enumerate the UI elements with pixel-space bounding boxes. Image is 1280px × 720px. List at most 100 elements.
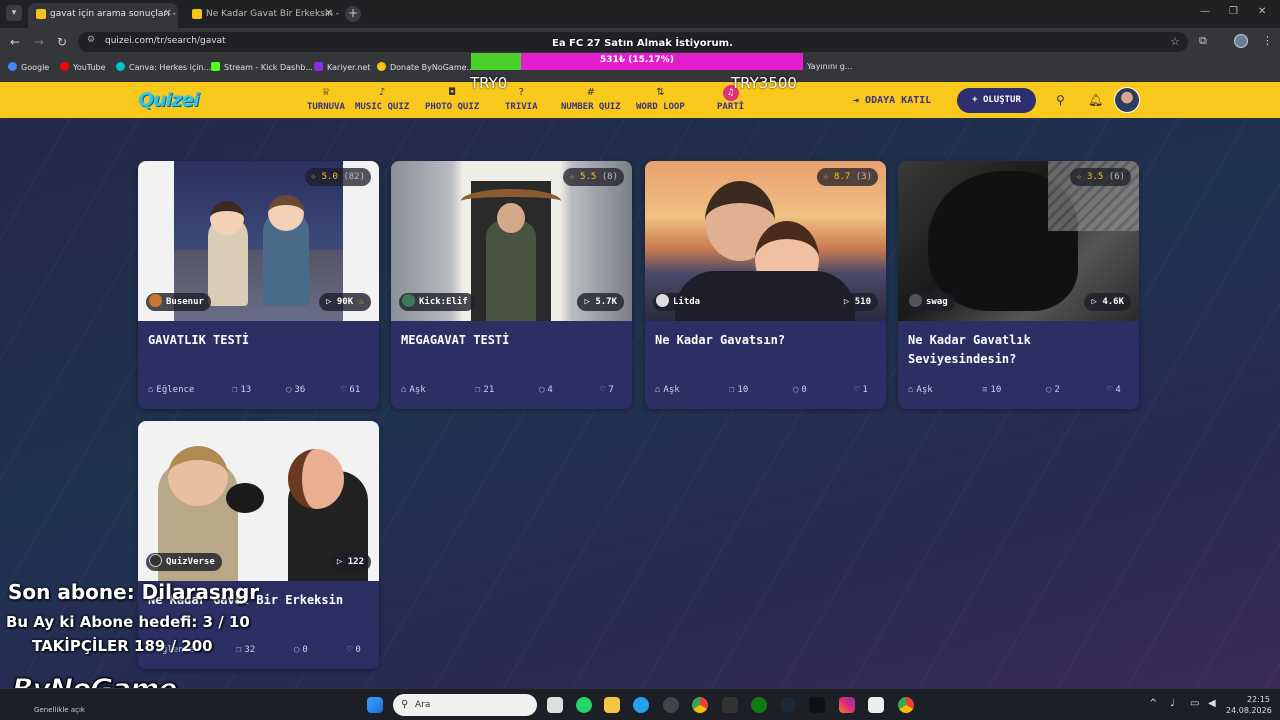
like-count[interactable]: ♡ 7 — [600, 385, 614, 395]
tab-search-icon[interactable]: ▾ — [6, 5, 22, 21]
quiz-title[interactable]: MEGAGAVAT TESTİ — [401, 331, 623, 350]
stack-icon: ❐ — [232, 385, 238, 395]
like-count[interactable]: ♡ 0 — [347, 645, 361, 655]
quiz-card[interactable]: ☆ 5.0 (82) Busenur ▷ 90K ♨ GAVATLIK TEST… — [138, 161, 379, 409]
plays-badge: ▷ 122 — [329, 553, 371, 571]
bookmark-kariyer[interactable]: Kariyer.net — [314, 62, 370, 72]
quiz-card[interactable]: QuizVerse ▷ 122 Ne Kadar Gavat Bir Erkek… — [138, 421, 379, 669]
nav-word-loop[interactable]: ⇅ WORD LOOP — [636, 87, 685, 112]
play-count: 90K — [336, 297, 354, 307]
question-count: ≡ 10 — [982, 385, 1001, 395]
user-avatar[interactable] — [1114, 87, 1140, 113]
back-icon[interactable]: ← — [10, 35, 20, 49]
category-icon: ⌂ — [908, 385, 914, 395]
site-info-icon[interactable]: ⚙ — [87, 35, 95, 45]
rating-count: (8) — [601, 172, 618, 182]
volume-icon[interactable]: ◀ — [1208, 698, 1216, 709]
heart-icon: ♡ — [341, 385, 347, 395]
bookmark-youtube[interactable]: YouTube — [60, 62, 106, 72]
close-tab-icon[interactable]: ✕ — [325, 3, 333, 25]
author-badge[interactable]: Kick:Elif — [399, 293, 475, 311]
search-icon[interactable]: ⚲ — [1056, 93, 1065, 107]
nav-turnuva[interactable]: ♕ TURNUVA — [307, 87, 345, 112]
join-room-button[interactable]: ⇥ ODAYA KATIL — [853, 95, 931, 106]
tab-title: gavat için arama sonuçları - Qu — [50, 9, 178, 19]
tiktok-icon[interactable] — [809, 697, 825, 713]
comment-count-value: 4 — [547, 385, 553, 395]
hash-icon: # — [586, 87, 595, 98]
author-badge[interactable]: QuizVerse — [146, 553, 222, 571]
browser-tab-quiz[interactable]: Ne Kadar Gavat Bir Erkeksin - T ✕ — [184, 3, 339, 28]
rating-value: 3.5 — [1087, 172, 1104, 182]
quiz-card[interactable]: ☆ 5.5 (8) Kick:Elif ▷ 5.7K MEGAGAVAT TES… — [391, 161, 632, 409]
illustration-man — [486, 221, 536, 321]
chrome-icon[interactable] — [692, 697, 708, 713]
bookmark-kick[interactable]: Stream - Kick Dashb... — [211, 62, 313, 72]
quizei-logo[interactable]: Quizei — [138, 89, 200, 111]
quiz-title[interactable]: Ne Kadar Gavatsın? — [655, 331, 877, 350]
create-button[interactable]: + OLUŞTUR — [957, 88, 1036, 113]
plays-badge: ▷ 510 — [836, 293, 878, 311]
category-icon: ⌂ — [148, 385, 154, 395]
illustration-woman-head — [288, 449, 344, 509]
start-icon[interactable] — [367, 697, 383, 713]
edge-icon[interactable] — [633, 697, 649, 713]
new-tab-button[interactable]: + — [345, 6, 361, 22]
network-icon[interactable]: ▭ — [1190, 698, 1199, 709]
like-count[interactable]: ♡ 4 — [1107, 385, 1121, 395]
category: ⌂ Aşk — [908, 385, 933, 395]
extensions-icon[interactable]: ⧉ — [1199, 34, 1207, 48]
plays-badge: ▷ 4.6K — [1084, 293, 1131, 311]
obs-icon[interactable] — [663, 697, 679, 713]
play-count: 122 — [347, 557, 364, 567]
search-placeholder: Ara — [415, 700, 431, 710]
bookmark-google[interactable]: Google — [8, 62, 49, 72]
like-count[interactable]: ♡ 1 — [854, 385, 868, 395]
profile-avatar[interactable] — [1234, 34, 1248, 48]
stack-icon: ❐ — [729, 385, 735, 395]
comment-count-value: 2 — [1054, 385, 1060, 395]
microphone-icon[interactable]: ♩ — [1170, 698, 1175, 709]
close-window-icon[interactable]: ✕ — [1258, 6, 1266, 17]
quiz-card[interactable]: ☆ 8.7 (3) Litda ▷ 510 Ne Kadar Gavatsın?… — [645, 161, 886, 409]
reload-icon[interactable]: ↻ — [57, 35, 67, 49]
question-count-value: 21 — [483, 385, 495, 395]
like-count[interactable]: ♡ 61 — [341, 385, 360, 395]
author-badge[interactable]: Busenur — [146, 293, 211, 311]
forward-icon[interactable]: → — [34, 35, 44, 49]
close-tab-icon[interactable]: ✕ — [164, 3, 172, 25]
nav-trivia[interactable]: ? TRIVIA — [505, 87, 538, 112]
bookmark-bynogame[interactable]: Donate ByNoGame... — [377, 62, 474, 72]
bell-icon[interactable]: 🔔︎ — [1088, 93, 1103, 107]
steam-icon[interactable] — [780, 697, 796, 713]
bookmark-canva[interactable]: Canva: Herkes için... — [116, 62, 211, 72]
author-badge[interactable]: Litda — [653, 293, 708, 311]
taskbar-search-input[interactable]: ⚲ Ara — [393, 694, 537, 716]
browser-tab-search[interactable]: gavat için arama sonuçları - Qu ✕ — [28, 3, 178, 28]
task-view-icon[interactable] — [547, 697, 563, 713]
author-badge[interactable]: swag — [906, 293, 955, 311]
xbox-icon[interactable] — [751, 697, 767, 713]
instagram-icon[interactable] — [839, 697, 855, 713]
system-clock[interactable]: 22:15 24.08.2026 — [1226, 694, 1272, 716]
quiz-card[interactable]: ☆ 3.5 (6) swag ▷ 4.6K Ne Kadar Gavatlık … — [898, 161, 1139, 409]
epic-games-icon[interactable] — [722, 697, 738, 713]
file-explorer-icon[interactable] — [604, 697, 620, 713]
chrome-profile-icon[interactable] — [898, 697, 914, 713]
bookmark-stream[interactable]: Yayınını g... — [807, 62, 852, 71]
maximize-icon[interactable]: ❐ — [1229, 6, 1238, 17]
quiz-title[interactable]: GAVATLIK TESTİ — [148, 331, 370, 350]
tray-chevron-icon[interactable]: ^ — [1149, 698, 1157, 709]
minimize-icon[interactable]: — — [1200, 6, 1210, 17]
nav-music-quiz[interactable]: ♪ MUSIC QUIZ — [355, 87, 409, 112]
capcut-icon[interactable] — [868, 697, 884, 713]
quiz-title[interactable]: Ne Kadar Gavatlık Seviyesindesin? — [908, 331, 1130, 369]
music-icon: ♪ — [378, 87, 386, 98]
play-count: 510 — [854, 297, 871, 307]
heart-icon: ♡ — [854, 385, 860, 395]
bookmark-star-icon[interactable]: ☆ — [1170, 35, 1180, 48]
rating-badge: ☆ 3.5 (6) — [1070, 168, 1131, 186]
whatsapp-icon[interactable] — [576, 697, 592, 713]
menu-kebab-icon[interactable]: ⋮ — [1262, 34, 1273, 47]
nav-number-quiz[interactable]: # NUMBER QUIZ — [561, 87, 621, 112]
